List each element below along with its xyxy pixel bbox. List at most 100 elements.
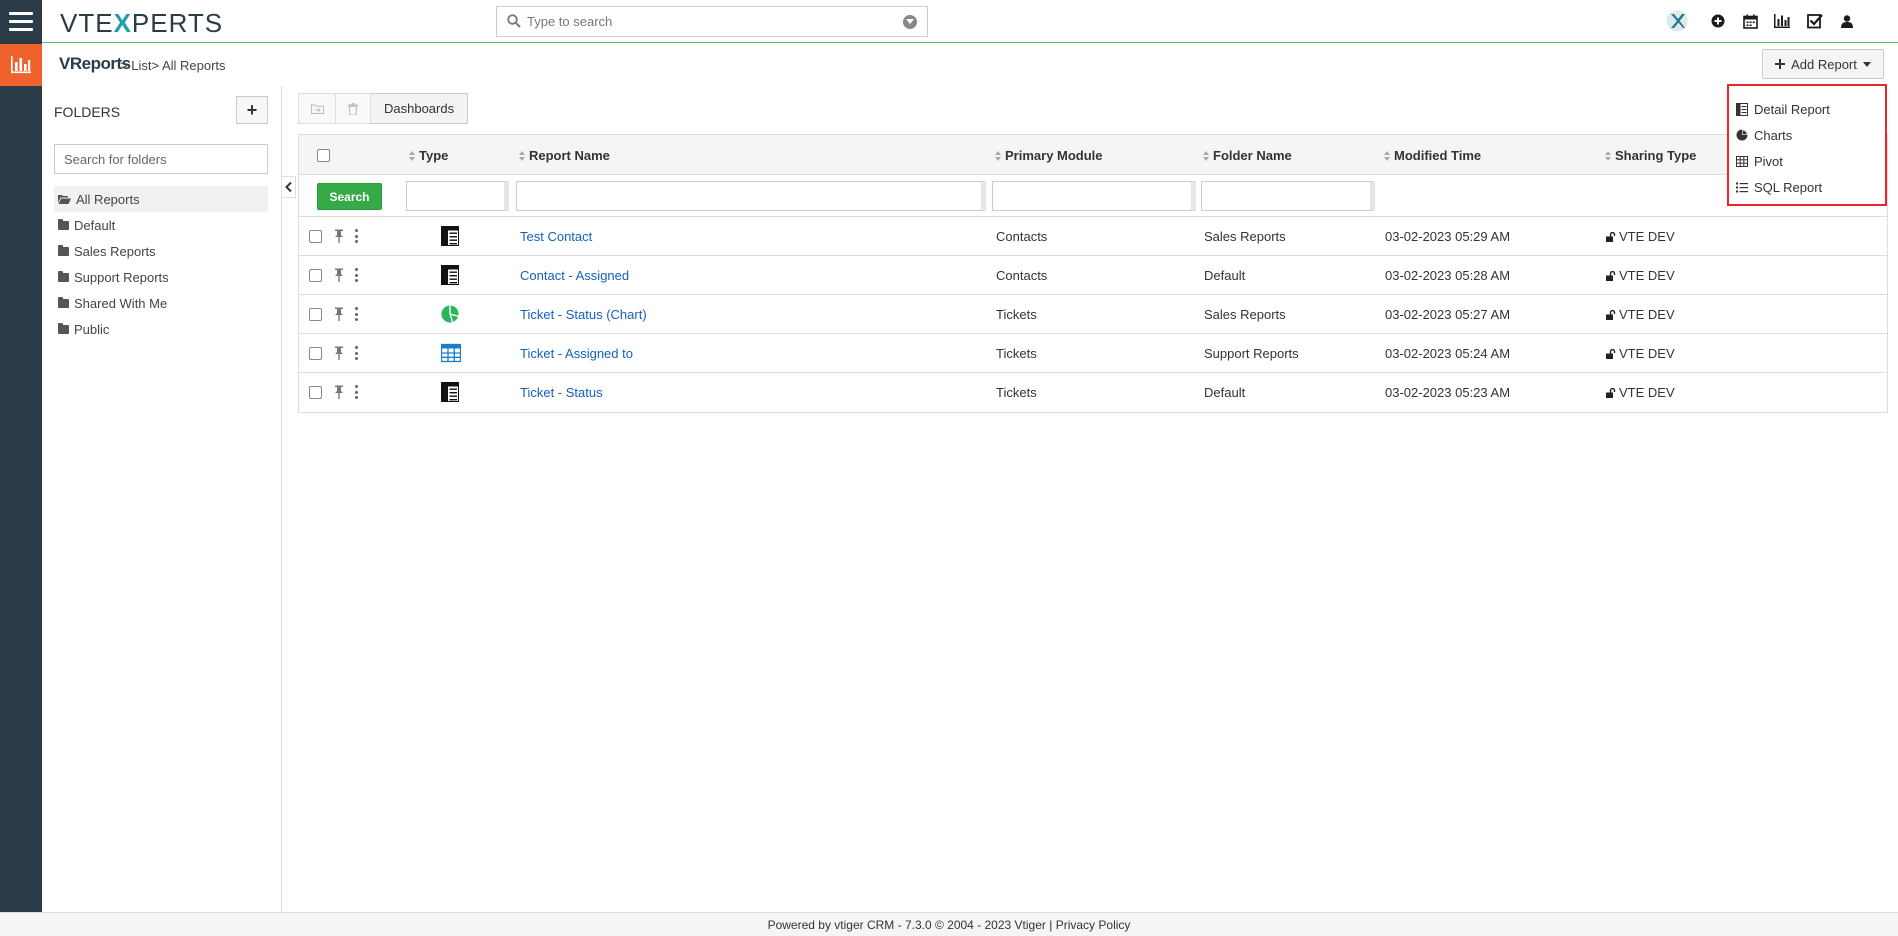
- table-row[interactable]: Contact - Assigned Contacts Default 03-0…: [299, 256, 1887, 295]
- detail-report-icon: [1736, 102, 1748, 116]
- add-folder-button[interactable]: +: [236, 96, 268, 124]
- vreports-module-icon[interactable]: [0, 44, 42, 86]
- pin-icon[interactable]: [334, 229, 344, 243]
- add-report-menu: Detail Report Charts Pivot SQL Report: [1727, 84, 1887, 206]
- move-folder-button[interactable]: [298, 93, 336, 124]
- caret-down-icon: [1862, 61, 1871, 67]
- filter-row: Search: [299, 175, 1887, 217]
- folder-search-input[interactable]: [54, 144, 268, 174]
- sort-icon: [1605, 150, 1611, 161]
- breadcrumb-current: All Reports: [161, 58, 226, 73]
- table-row[interactable]: Ticket - Status Tickets Default 03-02-20…: [299, 373, 1887, 412]
- row-checkbox[interactable]: [309, 269, 322, 282]
- unlock-icon: [1606, 231, 1616, 242]
- more-actions-icon[interactable]: [354, 268, 358, 282]
- collapse-sidebar-button[interactable]: [282, 176, 296, 198]
- search-button[interactable]: Search: [317, 183, 382, 210]
- row-checkbox[interactable]: [309, 230, 322, 243]
- folder-item-public[interactable]: Public: [54, 316, 268, 342]
- folder-item-shared-with-me[interactable]: Shared With Me: [54, 290, 268, 316]
- report-name-link[interactable]: Ticket - Status (Chart): [520, 307, 647, 322]
- row-checkbox[interactable]: [309, 347, 322, 360]
- report-name-link[interactable]: Ticket - Assigned to: [520, 346, 633, 361]
- more-actions-icon[interactable]: [354, 229, 358, 243]
- top-header: VTEXPERTS: [42, 0, 1898, 43]
- column-header-report-name[interactable]: Report Name: [519, 148, 610, 163]
- reports-icon[interactable]: [1771, 10, 1793, 32]
- column-header-type[interactable]: Type: [409, 148, 448, 163]
- sharing-type-cell: VTE DEV: [1606, 385, 1675, 400]
- sort-icon: [409, 150, 415, 161]
- type-filter-input[interactable]: [406, 181, 509, 211]
- report-name-link[interactable]: Contact - Assigned: [520, 268, 629, 283]
- modified-time-cell: 03-02-2023 05:27 AM: [1385, 307, 1511, 322]
- folder-name-filter-input[interactable]: [1201, 181, 1375, 211]
- dashboards-button[interactable]: Dashboards: [371, 93, 469, 124]
- folder-icon: [58, 271, 69, 282]
- column-header-folder-name[interactable]: Folder Name: [1203, 148, 1292, 163]
- footer-privacy-link[interactable]: Privacy Policy: [1056, 918, 1131, 932]
- modified-time-cell: 03-02-2023 05:23 AM: [1385, 385, 1511, 400]
- plus-circle-icon[interactable]: [1707, 10, 1729, 32]
- pivot-table-icon: [1736, 155, 1748, 167]
- folder-item-all-reports[interactable]: All Reports: [54, 186, 268, 212]
- table-row[interactable]: Ticket - Status (Chart) Tickets Sales Re…: [299, 295, 1887, 334]
- report-name-link[interactable]: Ticket - Status: [520, 385, 603, 400]
- more-actions-icon[interactable]: [354, 346, 358, 360]
- hamburger-menu-icon[interactable]: [0, 0, 42, 42]
- folder-name-cell: Default: [1204, 268, 1246, 283]
- folder-icon: [58, 245, 69, 256]
- folder-move-icon: [310, 104, 324, 114]
- row-checkbox[interactable]: [309, 308, 322, 321]
- column-header-primary-module[interactable]: Primary Module: [995, 148, 1103, 163]
- folder-item-support-reports[interactable]: Support Reports: [54, 264, 268, 290]
- menu-item-pivot[interactable]: Pivot: [1729, 148, 1885, 174]
- sort-icon: [519, 150, 525, 161]
- column-header-modified-time[interactable]: Modified Time: [1384, 148, 1481, 163]
- user-icon[interactable]: [1836, 10, 1858, 32]
- column-header-sharing-type[interactable]: Sharing Type: [1605, 148, 1696, 163]
- folder-label: All Reports: [76, 191, 140, 207]
- more-actions-icon[interactable]: [354, 385, 358, 399]
- menu-item-sql-report[interactable]: SQL Report: [1729, 174, 1885, 200]
- folder-label: Public: [74, 321, 110, 337]
- folder-name-cell: Sales Reports: [1204, 229, 1286, 244]
- delete-button[interactable]: [336, 93, 371, 124]
- footer-vtiger-link[interactable]: Vtiger: [1015, 918, 1046, 932]
- pin-icon[interactable]: [334, 268, 344, 282]
- folder-item-default[interactable]: Default: [54, 212, 268, 238]
- task-check-icon[interactable]: [1804, 10, 1826, 32]
- menu-item-charts[interactable]: Charts: [1729, 122, 1885, 148]
- select-all-checkbox[interactable]: [317, 149, 330, 162]
- calendar-icon[interactable]: [1739, 10, 1761, 32]
- menu-item-label: SQL Report: [1754, 179, 1823, 195]
- report-name-filter-input[interactable]: [516, 181, 986, 211]
- sharing-type-cell: VTE DEV: [1606, 346, 1675, 361]
- search-dropdown-icon[interactable]: [903, 15, 917, 29]
- table-row[interactable]: Test Contact Contacts Sales Reports 03-0…: [299, 217, 1887, 256]
- list-toolbar: Dashboards: [298, 93, 469, 124]
- vtexperts-logo[interactable]: VTEXPERTS: [60, 8, 223, 39]
- pin-icon[interactable]: [334, 385, 344, 399]
- report-name-link[interactable]: Test Contact: [520, 229, 592, 244]
- table-row[interactable]: Ticket - Assigned to Tickets Support Rep…: [299, 334, 1887, 373]
- vtexperts-x-icon[interactable]: [1666, 10, 1688, 32]
- pin-icon[interactable]: [334, 346, 344, 360]
- add-report-button[interactable]: Add Report: [1762, 49, 1884, 79]
- folders-title: FOLDERS: [54, 104, 121, 120]
- footer-separator: |: [1049, 918, 1053, 932]
- footer: Powered by vtiger CRM - 7.3.0 © 2004 - 2…: [0, 912, 1898, 936]
- pie-chart-icon: [1736, 129, 1748, 141]
- more-actions-icon[interactable]: [354, 307, 358, 321]
- pin-icon[interactable]: [334, 307, 344, 321]
- folder-item-sales-reports[interactable]: Sales Reports: [54, 238, 268, 264]
- breadcrumb-list[interactable]: List: [131, 58, 151, 73]
- folder-label: Shared With Me: [74, 295, 168, 311]
- row-checkbox[interactable]: [309, 386, 322, 399]
- primary-module-filter-input[interactable]: [992, 181, 1196, 211]
- primary-module-cell: Contacts: [996, 229, 1048, 244]
- global-search-input[interactable]: [527, 7, 897, 36]
- unlock-icon: [1606, 270, 1616, 281]
- sort-icon: [995, 150, 1001, 161]
- menu-item-detail-report[interactable]: Detail Report: [1729, 96, 1885, 122]
